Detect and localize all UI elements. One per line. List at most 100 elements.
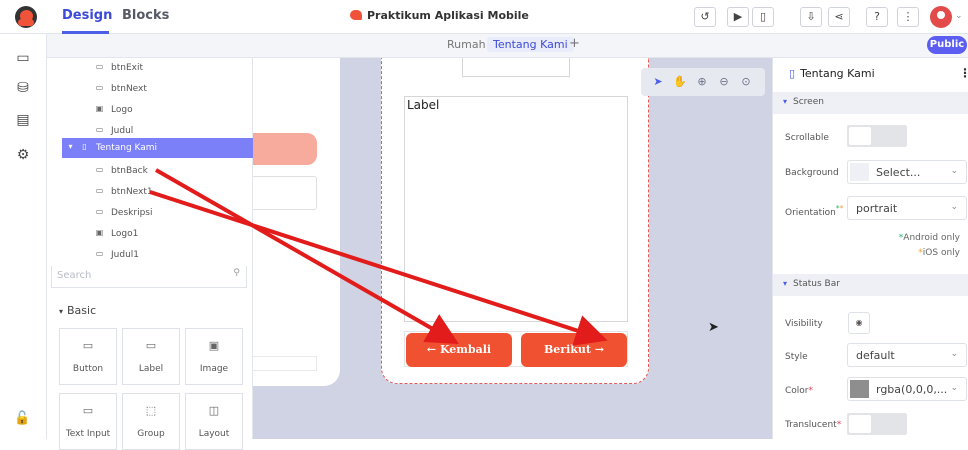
color-select[interactable]: rgba(0,0,0,... ⌄ <box>847 377 967 401</box>
fit-screen-icon[interactable]: ⊙ <box>737 73 755 91</box>
search-icon: ⚲ <box>233 268 240 278</box>
chevron-down-icon[interactable]: ⌄ <box>955 11 963 21</box>
component-image[interactable]: ▣ Image <box>185 328 243 385</box>
canvas-toolbar: ➤ ✋ ⊕ ⊖ ⊙ <box>641 68 765 96</box>
judul-placeholder[interactable] <box>462 58 570 77</box>
history-icon[interactable]: ↺ <box>694 7 716 27</box>
component-label: Text Input <box>65 429 111 439</box>
screen-section-header[interactable]: ▾ Screen <box>773 92 968 114</box>
btn-next-berikut[interactable]: Berikut → <box>521 333 627 367</box>
component-label: Image <box>199 364 229 374</box>
component-label: Label <box>138 364 164 374</box>
app-logo-icon[interactable] <box>15 6 37 28</box>
mouse-cursor-icon: ➤ <box>708 320 719 335</box>
color-label-text: Color <box>785 386 809 396</box>
tree-item-label: btnNext1 <box>111 187 153 197</box>
tree-item-logo[interactable]: ▣ Logo <box>47 100 253 121</box>
properties-panel: ▯ Tentang Kami ⋮ ▾ Screen Scrollable Backg… <box>772 58 968 439</box>
tab-blocks[interactable]: Blocks <box>122 8 169 23</box>
component-search-input[interactable]: Search ⚲ <box>51 266 247 288</box>
tab-rumah[interactable]: Rumah <box>447 38 486 51</box>
deskripsi-label-component[interactable]: Label <box>404 96 628 322</box>
left-rail: ▭ ⛁ ▤ ⚙ <box>0 34 47 439</box>
component-group[interactable]: ⬚ Group <box>122 393 180 450</box>
device-preview-icon[interactable]: ▯ <box>752 7 774 27</box>
scrollable-label: Scrollable <box>785 133 829 143</box>
basic-section-header[interactable]: ▾ Basic <box>59 304 96 317</box>
tree-item-deskripsi[interactable]: ▭ Deskripsi <box>47 203 253 224</box>
translucent-label-text: Translucent <box>785 420 837 430</box>
component-button[interactable]: ▭ Button <box>59 328 117 385</box>
component-layout[interactable]: ◫ Layout <box>185 393 243 450</box>
share-icon[interactable]: ⋖ <box>828 7 850 27</box>
button-icon: ▭ <box>95 186 104 195</box>
assets-icon[interactable]: ▤ <box>14 111 32 129</box>
tree-item-label: Deskripsi <box>111 208 153 218</box>
settings-icon[interactable]: ⚙ <box>14 146 32 164</box>
props-title-text: Tentang Kami <box>800 67 875 80</box>
status-bar-section-label: Status Bar <box>793 279 840 289</box>
unlock-icon[interactable]: 🔓 <box>14 411 30 426</box>
database-icon[interactable]: ⛁ <box>14 79 32 97</box>
screens-icon[interactable]: ▭ <box>14 49 32 67</box>
translucent-toggle[interactable] <box>847 413 907 435</box>
tab-design[interactable]: Design <box>62 8 112 23</box>
component-label[interactable]: ▭ Label <box>122 328 180 385</box>
scrollable-toggle[interactable] <box>847 125 907 147</box>
pan-tool-icon[interactable]: ✋ <box>671 73 689 91</box>
tab-tentang-kami[interactable]: Tentang Kami <box>487 37 574 52</box>
screen-icon: ▯ <box>789 67 796 80</box>
tree-item-btnnext[interactable]: ▭ btnNext <box>47 79 253 100</box>
tree-item-logo1[interactable]: ▣ Logo1 <box>47 224 253 245</box>
select-tool-icon[interactable]: ➤ <box>649 73 667 91</box>
required-asterisk: * <box>808 386 814 396</box>
component-label: Button <box>72 364 104 374</box>
tree-item-label: Judul1 <box>111 250 140 260</box>
component-label: Layout <box>198 429 230 439</box>
orientation-label-text: Orientation <box>785 208 836 218</box>
tree-item-btnexit[interactable]: ▭ btnExit <box>47 58 253 79</box>
add-screen-icon[interactable]: + <box>569 36 580 51</box>
tree-item-label: btnExit <box>111 63 143 73</box>
background-swatch <box>850 163 869 181</box>
zoom-in-icon[interactable]: ⊕ <box>693 73 711 91</box>
preview-icon[interactable]: ▶ <box>727 7 749 27</box>
button-component-icon: ▭ <box>82 339 94 352</box>
eye-icon[interactable]: ◉ <box>848 312 870 334</box>
tree-item-label: Logo <box>111 105 133 115</box>
caret-down-icon[interactable]: ▾ <box>65 142 76 152</box>
more-vertical-icon[interactable]: ⋮ <box>897 7 919 27</box>
image-icon: ▣ <box>95 228 104 237</box>
search-placeholder: Search <box>57 270 92 281</box>
image-component-icon: ▣ <box>208 339 220 352</box>
outline-panel: ▭ btnExit ▭ btnNext ▣ Logo ▭ Judul ▾ ▯ Tentang… <box>47 58 253 450</box>
button-icon: ▭ <box>95 83 104 92</box>
tree-item-btnback[interactable]: ▭ btnBack <box>47 161 253 182</box>
phone-screen-tentang-kami[interactable]: Label ← Kembali Berikut → <box>381 58 649 384</box>
label-icon: ▭ <box>95 125 104 134</box>
help-icon[interactable]: ? <box>866 7 888 27</box>
label-icon: ▭ <box>95 207 104 216</box>
export-icon[interactable]: ⇩ <box>800 7 822 27</box>
tree-item-label: Tentang Kami <box>96 143 158 153</box>
status-bar-section-header[interactable]: ▾ Status Bar <box>773 274 968 296</box>
tree-item-judul1[interactable]: ▭ Judul1 <box>47 245 253 266</box>
screen-tabs-bar: Rumah Tentang Kami + <box>47 34 968 58</box>
component-text-input[interactable]: ▭ Text Input <box>59 393 117 450</box>
avatar[interactable] <box>930 6 952 28</box>
required-asterisk: * <box>836 420 842 430</box>
ios-only-text: iOS only <box>922 248 960 258</box>
public-badge[interactable]: Public <box>927 36 967 54</box>
btn-back-kembali[interactable]: ← Kembali <box>406 333 512 367</box>
style-select[interactable]: default ⌄ <box>847 343 967 367</box>
orientation-select[interactable]: portrait ⌄ <box>847 196 967 220</box>
more-vertical-icon[interactable]: ⋮ <box>959 66 968 80</box>
screen-section-label: Screen <box>793 97 824 107</box>
project-title: Praktikum Aplikasi Mobile <box>350 9 529 22</box>
background-select[interactable]: Select... ⌄ <box>847 160 967 184</box>
label-text: Label <box>407 98 440 112</box>
tree-item-btnnext1[interactable]: ▭ btnNext1 <box>47 182 253 203</box>
tree-item-tentang-kami[interactable]: ▾ ▯ Tentang Kami <box>62 138 253 158</box>
android-only-note: *Android only <box>899 233 960 243</box>
zoom-out-icon[interactable]: ⊖ <box>715 73 733 91</box>
